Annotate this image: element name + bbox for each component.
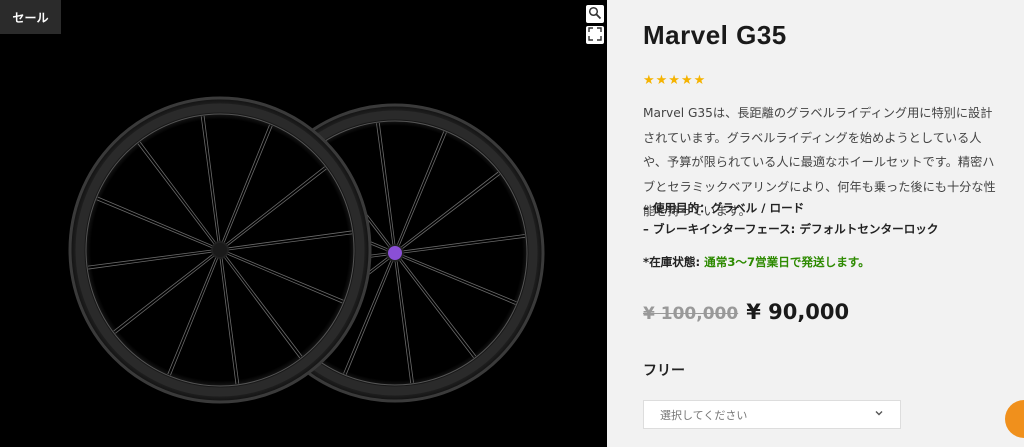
variation-label: フリー	[643, 363, 685, 379]
sale-price: ¥ 90,000	[746, 300, 850, 324]
wheelset-photo[interactable]	[0, 0, 607, 447]
old-price: ¥ 100,000	[643, 304, 739, 324]
stock-status: *在庫状態: 通常3〜7営業日で発送します。	[643, 254, 870, 270]
stock-value: 通常3〜7営業日で発送します。	[704, 255, 870, 269]
sale-badge: セール	[0, 0, 61, 34]
front-wheel	[68, 96, 372, 404]
product-gallery: セール	[0, 0, 607, 447]
spec-brake: – ブレーキインターフェース: デフォルトセンターロック	[643, 222, 939, 236]
rating-stars[interactable]: ★★★★★	[643, 73, 706, 88]
fullscreen-button[interactable]	[586, 26, 604, 44]
stock-label: *在庫状態:	[643, 255, 705, 269]
spec-usage: – 使用目的：グラベル / ロード	[643, 201, 805, 215]
zoom-button[interactable]	[586, 5, 604, 23]
chevron-down-icon	[874, 408, 884, 421]
price: ¥ 100,000 ¥ 90,000	[643, 300, 849, 324]
top-strip	[0, 0, 607, 5]
product-title: Marvel G35	[643, 20, 787, 50]
magnifier-icon	[588, 5, 602, 24]
variation-select[interactable]: 選択してください	[643, 400, 901, 429]
product-summary: Marvel G35 ★★★★★ Marvel G35は、長距離のグラベルライデ…	[607, 0, 1024, 447]
expand-icon	[588, 26, 602, 45]
select-placeholder: 選択してください	[660, 408, 748, 422]
